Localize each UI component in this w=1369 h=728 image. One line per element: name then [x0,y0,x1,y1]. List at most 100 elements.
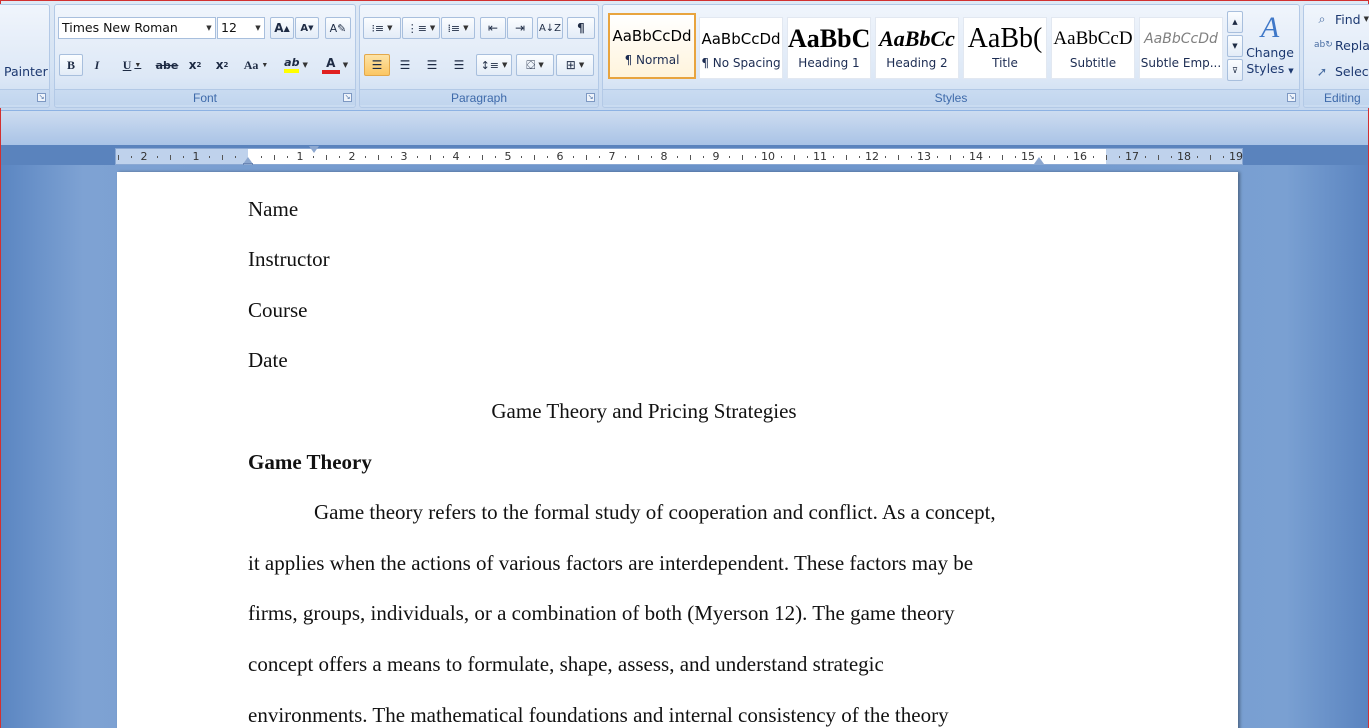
doc-body-line[interactable]: firms, groups, individuals, or a combina… [248,600,954,626]
first-line-indent-marker[interactable] [309,146,319,153]
ruler-tick [846,154,847,160]
shading-button[interactable]: ⛋ ▼ [516,54,554,76]
ruler-tick [118,154,119,160]
numbering-button[interactable]: ⋮≡ ▼ [402,17,440,39]
align-right-button[interactable]: ☰ [419,54,445,76]
chevron-down-icon[interactable]: ▼ [343,61,348,69]
right-indent-marker[interactable] [1034,157,1044,164]
ruler-tick [261,156,262,158]
ruler-tick [898,154,899,160]
strikethrough-button[interactable]: abe [153,54,181,76]
chevron-down-icon[interactable]: ▼ [430,24,435,32]
show-formatting-marks-button[interactable]: ¶ [567,17,595,39]
borders-icon: ⊞ [565,58,576,72]
font-dialog-launcher-icon[interactable]: ↘ [343,93,352,102]
increase-indent-button[interactable]: ⇥ [507,17,533,39]
style-heading-2[interactable]: AaBbCc Heading 2 [875,17,959,79]
bold-button[interactable]: B [59,54,83,76]
chevron-down-icon[interactable]: ▼ [1364,15,1369,23]
paragraph-dialog-launcher-icon[interactable]: ↘ [586,93,595,102]
chevron-down-icon[interactable]: ▼ [387,24,392,32]
format-painter-button[interactable]: Painter [4,64,48,79]
styles-dialog-launcher-icon[interactable]: ↘ [1287,93,1296,102]
ruler-number: 5 [504,150,512,163]
superscript-button[interactable]: x2 [210,54,234,76]
chevron-down-icon[interactable]: ▼ [203,18,215,38]
ruler-tick [274,154,275,160]
doc-line-course[interactable]: Course [248,297,308,323]
change-case-button[interactable]: Aa ▼ [238,54,274,76]
style-no-spacing[interactable]: AaBbCcDd ¶ No Spacing [699,17,783,79]
clear-formatting-button[interactable]: A✎ [325,17,351,39]
doc-heading[interactable]: Game Theory [248,449,372,475]
change-styles-button[interactable]: A Change Styles ▼ [1245,11,1295,89]
gallery-scroll-down-icon[interactable]: ▼ [1227,35,1243,57]
sort-button[interactable]: A↓Z [537,17,563,39]
doc-body-line[interactable]: concept offers a means to formulate, sha… [248,651,884,677]
select-button[interactable]: ➚ Select [1314,62,1369,80]
bullets-button[interactable]: ⁝≡ ▼ [363,17,401,39]
chevron-down-icon[interactable]: ▼ [261,61,268,69]
italic-button[interactable]: I [85,54,109,76]
ruler-tick [391,156,392,158]
ruler-tick [1171,156,1172,158]
doc-body-line[interactable]: environments. The mathematical foundatio… [248,702,949,728]
multilevel-list-button[interactable]: ⁞≡ ▼ [441,17,475,39]
horizontal-ruler[interactable]: 2 1 1 2 3 4 5 6 7 8 9 10 11 12 13 14 15 16 17 18 19 [115,146,1243,167]
chevron-down-icon[interactable]: ▼ [463,24,468,32]
style-subtle-emphasis[interactable]: AaBbCcDd Subtle Emp... [1139,17,1223,79]
italic-icon: I [94,57,100,72]
line-spacing-button[interactable]: ↕≡ ▼ [476,54,512,76]
style-normal[interactable]: AaBbCcDd ¶ Normal [608,13,696,79]
style-heading-1[interactable]: AaBbC Heading 1 [787,17,871,79]
font-size-combo[interactable]: 12 ▼ [217,17,265,39]
grow-font-button[interactable]: A ▲ [270,17,294,39]
font-color-button[interactable]: A ▼ [317,54,353,76]
justify-button[interactable]: ☰ [446,54,472,76]
editing-group: ⌕ Find▼ ab↻Replac ➚ Select Editing [1303,4,1369,108]
replace-button[interactable]: ab↻Replac [1314,36,1369,54]
chevron-down-icon[interactable]: ▼ [579,61,584,69]
chevron-down-icon[interactable]: ▼ [302,61,307,69]
ruler-number: 19 [1229,150,1243,163]
clipboard-launcher-icon[interactable]: ↘ [37,93,46,102]
ruler-tick [1197,156,1198,158]
eraser-icon: A✎ [329,21,347,35]
underline-button[interactable]: U ▼ [113,54,151,76]
document-page[interactable]: Name Instructor Course Date Game Theory … [117,172,1238,728]
chevron-down-icon[interactable]: ▼ [502,61,507,69]
doc-line-date[interactable]: Date [248,347,288,373]
doc-line-instructor[interactable]: Instructor [248,246,330,272]
ruler-tick [625,156,626,158]
line-spacing-icon: ↕≡ [480,58,500,72]
chevron-down-icon[interactable]: ▼ [252,18,264,38]
align-center-button[interactable]: ☰ [392,54,418,76]
doc-body-line[interactable]: Game theory refers to the formal study o… [314,499,996,525]
doc-body-line[interactable]: it applies when the actions of various f… [248,550,973,576]
style-subtitle[interactable]: AaBbCcD Subtitle [1051,17,1135,79]
decrease-indent-button[interactable]: ⇤ [480,17,506,39]
gallery-scroll-up-icon[interactable]: ▲ [1227,11,1243,33]
ruler-number: 12 [865,150,879,163]
find-button[interactable]: ⌕ Find ▼ [1314,10,1369,28]
font-name-combo[interactable]: Times New Roman ▼ [58,17,216,39]
style-title[interactable]: AaBb( Title [963,17,1047,79]
chevron-down-icon[interactable]: ▼ [538,61,543,69]
chevron-down-icon[interactable]: ▼ [134,61,141,69]
change-case-icon: Aa [243,57,259,72]
grow-font-icon: A [274,21,284,35]
doc-title[interactable]: Game Theory and Pricing Strategies [248,398,1040,424]
subscript-button[interactable]: x2 [183,54,207,76]
align-left-button[interactable]: ☰ [364,54,390,76]
borders-button[interactable]: ⊞ ▼ [556,54,594,76]
text-highlight-button[interactable]: ab ▼ [277,54,315,76]
ruler-tick [963,156,964,158]
shrink-font-button[interactable]: A ▼ [295,17,319,39]
doc-line-name[interactable]: Name [248,196,298,222]
find-label: Find [1335,11,1361,27]
ruler-tick [911,156,912,158]
gallery-more-icon[interactable]: ⊽ [1227,59,1243,81]
ruler-tick [339,156,340,158]
paragraph-group-label: Paragraph [360,89,598,105]
style-preview: AaBbCcDd [612,27,692,45]
